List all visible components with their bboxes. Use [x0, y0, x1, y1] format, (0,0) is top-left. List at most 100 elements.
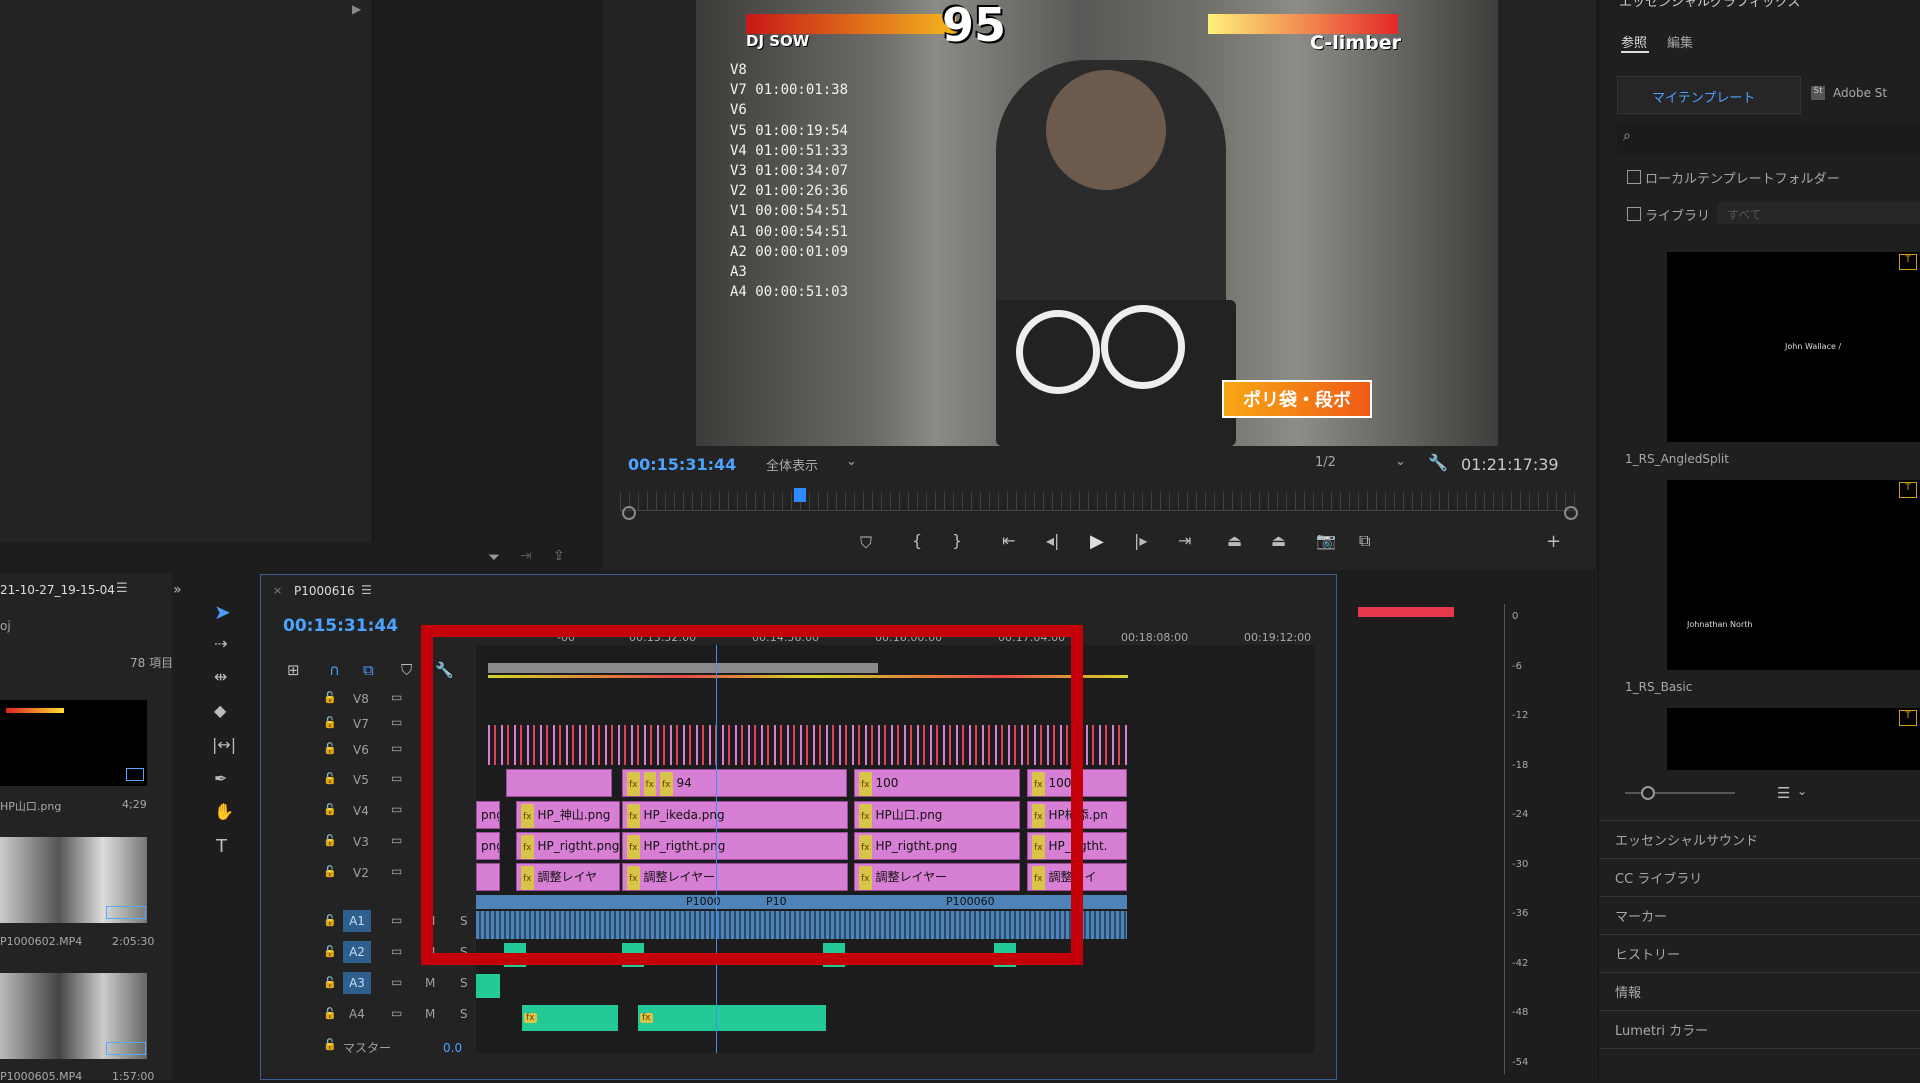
zoom-select[interactable]: 全体表示 ⌄ [757, 450, 863, 476]
menu-icon[interactable]: ☰ [116, 581, 128, 596]
lock-icon[interactable]: 🔓 [323, 1038, 337, 1051]
subtab-my-templates[interactable]: マイテンプレート [1617, 76, 1801, 114]
sort-menu-icon[interactable]: ☰ [1777, 784, 1790, 802]
template-preview-2[interactable]: Johnathan North T [1667, 480, 1920, 670]
a4-clip[interactable]: fx [638, 1005, 826, 1031]
sync-icon[interactable]: ▭ [391, 715, 402, 729]
step-back-icon[interactable]: ◂| [1046, 531, 1059, 550]
library-checkbox[interactable] [1627, 207, 1641, 221]
thumbnail-1[interactable] [0, 700, 147, 786]
lock-icon[interactable]: 🔓 [323, 976, 337, 989]
lift-icon[interactable]: ⏏ [1227, 531, 1242, 550]
local-folder-checkbox[interactable] [1627, 170, 1641, 184]
menu-icon[interactable]: ☰ [361, 583, 372, 597]
tab-edit[interactable]: 編集 [1667, 32, 1693, 51]
add-button-icon[interactable]: + [1546, 531, 1561, 552]
panel-overflow-icon[interactable]: » [173, 582, 182, 598]
panel-cc-libraries[interactable]: CC ライブラリ [1615, 868, 1702, 887]
selection-tool-icon[interactable]: ➤ [214, 600, 231, 624]
go-to-out-icon[interactable]: ⇥ [1178, 531, 1191, 550]
panel-essential-sound[interactable]: エッセンシャルサウンド [1615, 830, 1758, 849]
track-label[interactable]: V8 [353, 692, 369, 706]
panel-history[interactable]: ヒストリー [1615, 944, 1680, 963]
panel-info[interactable]: 情報 [1615, 982, 1641, 1001]
tab-browse[interactable]: 参照 [1621, 32, 1647, 51]
wrench-icon[interactable]: 🔧 [1428, 453, 1448, 472]
track-label[interactable]: A2 [343, 941, 371, 963]
type-tool-icon[interactable]: T [216, 836, 227, 857]
solo-button[interactable]: S [460, 1007, 468, 1021]
track-label[interactable]: V5 [353, 773, 369, 787]
ripple-tool-icon[interactable]: ⇹ [214, 667, 227, 686]
program-playhead[interactable] [794, 488, 806, 502]
expand-arrow-icon[interactable]: ▶ [352, 2, 361, 16]
lock-icon[interactable]: 🔓 [323, 1007, 337, 1020]
lock-icon[interactable]: 🔓 [323, 691, 337, 704]
camera-icon[interactable]: 📷 [1316, 531, 1336, 550]
sync-icon[interactable]: ▭ [391, 913, 402, 927]
sync-icon[interactable]: ▭ [391, 833, 402, 847]
sync-icon[interactable]: ▭ [391, 802, 402, 816]
insert-icon[interactable]: ⇥ [520, 548, 532, 564]
program-timecode[interactable]: 00:15:31:44 [628, 455, 736, 474]
track-label[interactable]: V3 [353, 835, 369, 849]
lock-icon[interactable]: 🔓 [323, 914, 337, 927]
slider-handle[interactable] [1641, 786, 1655, 800]
sync-icon[interactable]: ▭ [391, 1006, 402, 1020]
track-label[interactable]: V7 [353, 717, 369, 731]
thumbnail-3[interactable] [0, 973, 147, 1059]
play-icon[interactable]: ▶ [1090, 531, 1104, 552]
lock-icon[interactable]: 🔓 [323, 834, 337, 847]
lock-icon[interactable]: 🔓 [323, 865, 337, 878]
panel-markers[interactable]: マーカー [1615, 906, 1667, 925]
sync-icon[interactable]: ▭ [391, 771, 402, 785]
track-label[interactable]: A3 [343, 972, 371, 994]
close-icon[interactable]: × [273, 584, 282, 597]
mute-button[interactable]: M [425, 1007, 435, 1021]
timeline-timecode[interactable]: 00:15:31:44 [283, 616, 398, 636]
template-search-input[interactable]: ⌕ [1617, 122, 1920, 154]
linked-selection-icon[interactable]: ⧉ [363, 661, 374, 679]
sequence-name[interactable]: P1000616 [294, 584, 355, 598]
subtab-adobe-stock[interactable]: St Adobe St [1811, 76, 1920, 112]
pen-tool-icon[interactable]: ✒ [214, 769, 227, 788]
go-to-in-icon[interactable]: ⇤ [1002, 531, 1015, 550]
track-select-tool-icon[interactable]: ⇢ [214, 634, 227, 653]
a4-clip[interactable]: fx [522, 1005, 618, 1031]
lock-icon[interactable]: 🔓 [323, 716, 337, 729]
track-label[interactable]: A1 [343, 910, 371, 932]
template-preview-3[interactable]: T [1667, 708, 1920, 770]
add-marker-icon[interactable]: ⛉ [401, 661, 412, 679]
range-start-handle[interactable] [622, 506, 636, 520]
sync-icon[interactable]: ▭ [391, 741, 402, 755]
library-select[interactable]: すべて [1717, 202, 1920, 224]
sync-icon[interactable]: ▭ [391, 944, 402, 958]
track-label[interactable]: A4 [349, 1007, 365, 1021]
a3-clip[interactable] [476, 974, 500, 998]
solo-button[interactable]: S [460, 976, 468, 990]
resolution-select[interactable]: 1/2 ⌄ [1306, 450, 1412, 476]
extract-icon[interactable]: ⏏ [1271, 531, 1286, 550]
export-icon[interactable]: ⇪ [553, 548, 565, 564]
panel-lumetri-color[interactable]: Lumetri カラー [1615, 1020, 1708, 1039]
lock-icon[interactable]: 🔓 [323, 945, 337, 958]
track-label[interactable]: V6 [353, 743, 369, 757]
sync-icon[interactable]: ▭ [391, 690, 402, 704]
template-preview-1[interactable]: John Wallace / T [1667, 252, 1920, 442]
nest-icon[interactable]: ⊞ [287, 661, 300, 679]
lock-icon[interactable]: 🔓 [323, 772, 337, 785]
master-volume[interactable]: 0.0 [443, 1041, 462, 1055]
mark-out-icon[interactable]: } [952, 531, 962, 550]
step-forward-icon[interactable]: |▸ [1134, 531, 1147, 550]
range-end-handle[interactable] [1564, 506, 1578, 520]
lock-icon[interactable]: 🔓 [323, 742, 337, 755]
lock-icon[interactable]: 🔓 [323, 803, 337, 816]
hand-tool-icon[interactable]: ✋ [214, 802, 234, 821]
filter-icon[interactable]: ⏷ [488, 548, 500, 566]
add-marker-icon[interactable]: ⛉ [860, 533, 872, 553]
razor-tool-icon[interactable]: ◆ [214, 701, 226, 720]
snap-icon[interactable]: ∩ [329, 661, 340, 679]
sync-icon[interactable]: ▭ [391, 975, 402, 989]
chevron-down-icon[interactable]: ⌄ [1797, 784, 1807, 798]
track-label[interactable]: V4 [353, 804, 369, 818]
